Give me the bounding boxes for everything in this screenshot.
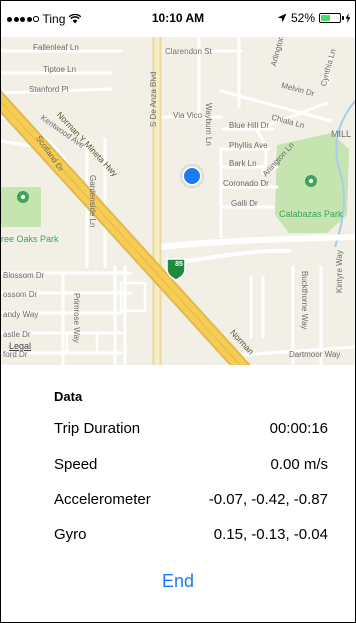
highway-shield-number: 85 — [175, 261, 183, 268]
row-label: Gyro — [54, 525, 87, 543]
row-label: Accelerometer — [54, 490, 151, 508]
data-title: Data — [54, 389, 83, 404]
battery-icon — [319, 13, 344, 23]
data-panel: Data Trip Duration 00:00:16 Speed 0.00 m… — [1, 365, 355, 622]
phone-screen: Ting 10:10 AM 52% Fallenleaf Ln Tiptoe L… — [0, 0, 356, 623]
location-arrow-icon — [277, 13, 287, 23]
map-street-label: Blue Hill Dr — [229, 121, 270, 130]
map-street-label: Galli Dr — [231, 199, 258, 208]
map-street-label: Via Vico — [173, 111, 203, 120]
row-value: 00:00:16 — [269, 419, 328, 437]
map-street-label: andy Way — [3, 310, 39, 319]
map-street-label: Dartmoor Way — [289, 350, 341, 359]
map-street-label: Gardenside Ln — [88, 175, 97, 228]
end-button[interactable]: End — [1, 570, 355, 593]
trip-duration-row: Trip Duration 00:00:16 — [54, 418, 328, 438]
map-street-label: Phyllis Ave — [229, 141, 268, 150]
map-park-label: Calabazas Park — [279, 209, 343, 219]
status-right: 52% — [277, 11, 351, 25]
map-street-label: Coronado Dr — [223, 179, 269, 188]
map-street-label: astle Dr — [3, 330, 31, 339]
row-label: Trip Duration — [54, 419, 141, 437]
speed-row: Speed 0.00 m/s — [54, 454, 328, 474]
map-street-label: Fallenleaf Ln — [33, 43, 79, 52]
gyro-row: Gyro 0.15, -0.13, -0.04 — [54, 524, 328, 544]
map-street-label: ossom Dr — [3, 290, 38, 299]
map-street-label: Tiptoe Ln — [43, 65, 77, 74]
map-area-label: MILL — [331, 129, 352, 139]
map-street-label: Primrose Way — [72, 293, 81, 343]
map-street-label: Wayburn Ln — [204, 103, 213, 146]
map-street-label: Kintyre Way — [335, 250, 344, 293]
battery-percent: 52% — [290, 11, 315, 25]
status-bar: Ting 10:10 AM 52% — [1, 1, 355, 37]
map-street-label: ford Dr — [3, 350, 28, 359]
row-value: -0.07, -0.42, -0.87 — [208, 490, 328, 508]
map-street-label: Stanford Pl — [29, 85, 69, 94]
map-view[interactable]: Fallenleaf Ln Tiptoe Ln Stanford Pl Clar… — [1, 37, 355, 365]
map-street-label: Clarendon St — [165, 47, 212, 56]
map-street-label: Blossom Dr — [3, 271, 45, 280]
charging-icon — [345, 13, 351, 23]
current-location-dot — [182, 166, 202, 186]
accelerometer-row: Accelerometer -0.07, -0.42, -0.87 — [54, 489, 328, 509]
map-park-label: ree Oaks Park — [1, 234, 59, 244]
map-street-label: S De Anza Blvd — [149, 71, 158, 127]
east-arterial-road — [160, 234, 355, 250]
map-street-label: Buckthorne Way — [300, 271, 309, 330]
map-street-label: Bark Ln — [229, 159, 257, 168]
row-label: Speed — [54, 455, 98, 473]
row-value: 0.00 m/s — [270, 455, 328, 473]
row-value: 0.15, -0.13, -0.04 — [213, 525, 328, 543]
legal-link[interactable]: Legal — [9, 341, 31, 351]
